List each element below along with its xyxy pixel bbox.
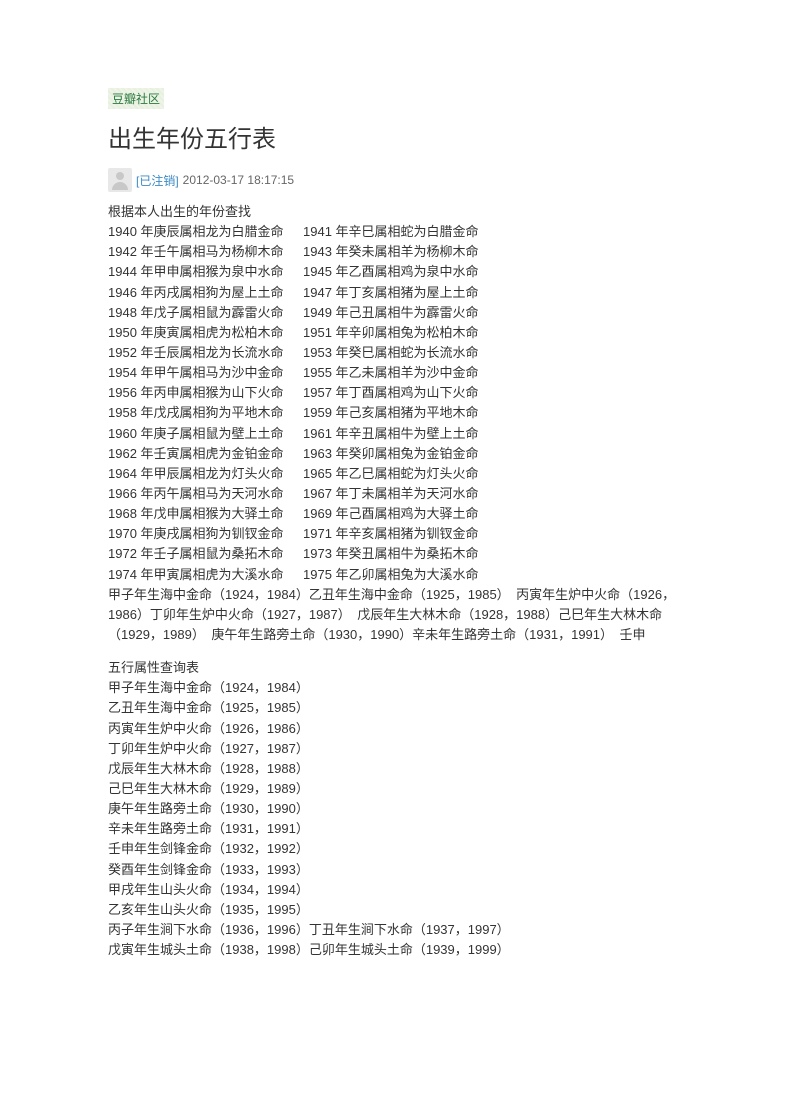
year-cell-right: 1971 年辛亥属相猪为钏钗金命 bbox=[303, 524, 479, 544]
wuxing-line: 戊辰年生大林木命（1928，1988） bbox=[108, 759, 692, 779]
wuxing-line: 甲戌年生山头火命（1934，1994） bbox=[108, 880, 692, 900]
year-cell-right: 1951 年辛卯属相兔为松柏木命 bbox=[303, 323, 479, 343]
wuxing-line: 辛未年生路旁土命（1931，1991） bbox=[108, 819, 692, 839]
wuxing-line: 乙亥年生山头火命（1935，1995） bbox=[108, 900, 692, 920]
year-cell-left: 1972 年壬子属相鼠为桑拓木命 bbox=[108, 544, 303, 564]
year-cell-right: 1955 年乙未属相羊为沙中金命 bbox=[303, 363, 479, 383]
post-timestamp: 2012-03-17 18:17:15 bbox=[183, 173, 294, 187]
year-row: 1968 年戊申属相猴为大驿土命1969 年己酉属相鸡为大驿土命 bbox=[108, 504, 692, 524]
wuxing-line: 癸酉年生剑锋金命（1933，1993） bbox=[108, 860, 692, 880]
wuxing-line: 戊寅年生城头土命（1938，1998）己卯年生城头土命（1939，1999） bbox=[108, 940, 692, 960]
year-cell-right: 1957 年丁酉属相鸡为山下火命 bbox=[303, 383, 479, 403]
year-cell-left: 1940 年庚辰属相龙为白腊金命 bbox=[108, 222, 303, 242]
year-cell-right: 1961 年辛丑属相牛为壁上土命 bbox=[303, 424, 479, 444]
year-cell-left: 1964 年甲辰属相龙为灯头火命 bbox=[108, 464, 303, 484]
year-cell-right: 1963 年癸卯属相兔为金铂金命 bbox=[303, 444, 479, 464]
year-cell-left: 1946 年丙戌属相狗为屋上土命 bbox=[108, 283, 303, 303]
year-row: 1942 年壬午属相马为杨柳木命1943 年癸未属相羊为杨柳木命 bbox=[108, 242, 692, 262]
year-row: 1952 年壬辰属相龙为长流水命1953 年癸巳属相蛇为长流水命 bbox=[108, 343, 692, 363]
author-link[interactable]: [已注销] bbox=[136, 172, 179, 189]
wuxing-line: 丙子年生涧下水命（1936，1996）丁丑年生涧下水命（1937，1997） bbox=[108, 920, 692, 940]
year-row: 1972 年壬子属相鼠为桑拓木命1973 年癸丑属相牛为桑拓木命 bbox=[108, 544, 692, 564]
wuxing-line: 丁卯年生炉中火命（1927，1987） bbox=[108, 739, 692, 759]
wuxing-line: 己巳年生大林木命（1929，1989） bbox=[108, 779, 692, 799]
wuxing-line: 庚午年生路旁土命（1930，1990） bbox=[108, 799, 692, 819]
year-cell-left: 1948 年戊子属相鼠为霹雷火命 bbox=[108, 303, 303, 323]
year-row: 1958 年戊戌属相狗为平地木命1959 年己亥属相猪为平地木命 bbox=[108, 403, 692, 423]
paragraph-block-1: 甲子年生海中金命（1924，1984）乙丑年生海中金命（1925，1985） 丙… bbox=[108, 585, 692, 645]
year-cell-left: 1958 年戊戌属相狗为平地木命 bbox=[108, 403, 303, 423]
wuxing-line: 丙寅年生炉中火命（1926，1986） bbox=[108, 719, 692, 739]
year-cell-right: 1947 年丁亥属相猪为屋上土命 bbox=[303, 283, 479, 303]
wuxing-line: 甲子年生海中金命（1924，1984） bbox=[108, 678, 692, 698]
year-cell-left: 1962 年壬寅属相虎为金铂金命 bbox=[108, 444, 303, 464]
year-cell-right: 1949 年己丑属相牛为霹雷火命 bbox=[303, 303, 479, 323]
year-row: 1964 年甲辰属相龙为灯头火命1965 年乙巳属相蛇为灯头火命 bbox=[108, 464, 692, 484]
page-title: 出生年份五行表 bbox=[108, 119, 692, 154]
year-cell-left: 1954 年甲午属相马为沙中金命 bbox=[108, 363, 303, 383]
avatar-icon[interactable] bbox=[108, 168, 132, 192]
year-cell-right: 1941 年辛巳属相蛇为白腊金命 bbox=[303, 222, 479, 242]
year-cell-left: 1960 年庚子属相鼠为壁上土命 bbox=[108, 424, 303, 444]
year-cell-left: 1950 年庚寅属相虎为松柏木命 bbox=[108, 323, 303, 343]
year-cell-right: 1943 年癸未属相羊为杨柳木命 bbox=[303, 242, 479, 262]
year-cell-right: 1959 年己亥属相猪为平地木命 bbox=[303, 403, 479, 423]
year-cell-right: 1945 年乙酉属相鸡为泉中水命 bbox=[303, 262, 479, 282]
year-cell-right: 1975 年乙卯属相兔为大溪水命 bbox=[303, 565, 479, 585]
intro-line: 根据本人出生的年份查找 bbox=[108, 202, 692, 222]
year-row: 1962 年壬寅属相虎为金铂金命1963 年癸卯属相兔为金铂金命 bbox=[108, 444, 692, 464]
year-cell-right: 1965 年乙巳属相蛇为灯头火命 bbox=[303, 464, 479, 484]
year-cell-left: 1970 年庚戌属相狗为钏钗金命 bbox=[108, 524, 303, 544]
subtitle: 五行属性查询表 bbox=[108, 658, 692, 678]
wuxing-line: 壬申年生剑锋金命（1932，1992） bbox=[108, 839, 692, 859]
year-cell-right: 1953 年癸巳属相蛇为长流水命 bbox=[303, 343, 479, 363]
year-cell-left: 1942 年壬午属相马为杨柳木命 bbox=[108, 242, 303, 262]
year-cell-left: 1952 年壬辰属相龙为长流水命 bbox=[108, 343, 303, 363]
year-row: 1956 年丙申属相猴为山下火命1957 年丁酉属相鸡为山下火命 bbox=[108, 383, 692, 403]
year-row: 1970 年庚戌属相狗为钏钗金命1971 年辛亥属相猪为钏钗金命 bbox=[108, 524, 692, 544]
year-row: 1974 年甲寅属相虎为大溪水命1975 年乙卯属相兔为大溪水命 bbox=[108, 565, 692, 585]
year-cell-right: 1967 年丁未属相羊为天河水命 bbox=[303, 484, 479, 504]
year-cell-right: 1969 年己酉属相鸡为大驿土命 bbox=[303, 504, 479, 524]
breadcrumb[interactable]: 豆瓣社区 bbox=[108, 88, 164, 109]
year-row: 1960 年庚子属相鼠为壁上土命1961 年辛丑属相牛为壁上土命 bbox=[108, 424, 692, 444]
year-cell-right: 1973 年癸丑属相牛为桑拓木命 bbox=[303, 544, 479, 564]
year-row: 1940 年庚辰属相龙为白腊金命1941 年辛巳属相蛇为白腊金命 bbox=[108, 222, 692, 242]
year-cell-left: 1966 年丙午属相马为天河水命 bbox=[108, 484, 303, 504]
year-cell-left: 1956 年丙申属相猴为山下火命 bbox=[108, 383, 303, 403]
year-row: 1944 年甲申属相猴为泉中水命1945 年乙酉属相鸡为泉中水命 bbox=[108, 262, 692, 282]
post-content: 根据本人出生的年份查找 1940 年庚辰属相龙为白腊金命1941 年辛巳属相蛇为… bbox=[108, 202, 692, 960]
author-meta: [已注销] 2012-03-17 18:17:15 bbox=[108, 168, 692, 192]
wuxing-line: 乙丑年生海中金命（1925，1985） bbox=[108, 698, 692, 718]
year-cell-left: 1968 年戊申属相猴为大驿土命 bbox=[108, 504, 303, 524]
year-row: 1954 年甲午属相马为沙中金命1955 年乙未属相羊为沙中金命 bbox=[108, 363, 692, 383]
year-row: 1948 年戊子属相鼠为霹雷火命1949 年己丑属相牛为霹雷火命 bbox=[108, 303, 692, 323]
year-cell-left: 1974 年甲寅属相虎为大溪水命 bbox=[108, 565, 303, 585]
year-cell-left: 1944 年甲申属相猴为泉中水命 bbox=[108, 262, 303, 282]
year-row: 1946 年丙戌属相狗为屋上土命1947 年丁亥属相猪为屋上土命 bbox=[108, 283, 692, 303]
year-row: 1966 年丙午属相马为天河水命1967 年丁未属相羊为天河水命 bbox=[108, 484, 692, 504]
year-row: 1950 年庚寅属相虎为松柏木命1951 年辛卯属相兔为松柏木命 bbox=[108, 323, 692, 343]
